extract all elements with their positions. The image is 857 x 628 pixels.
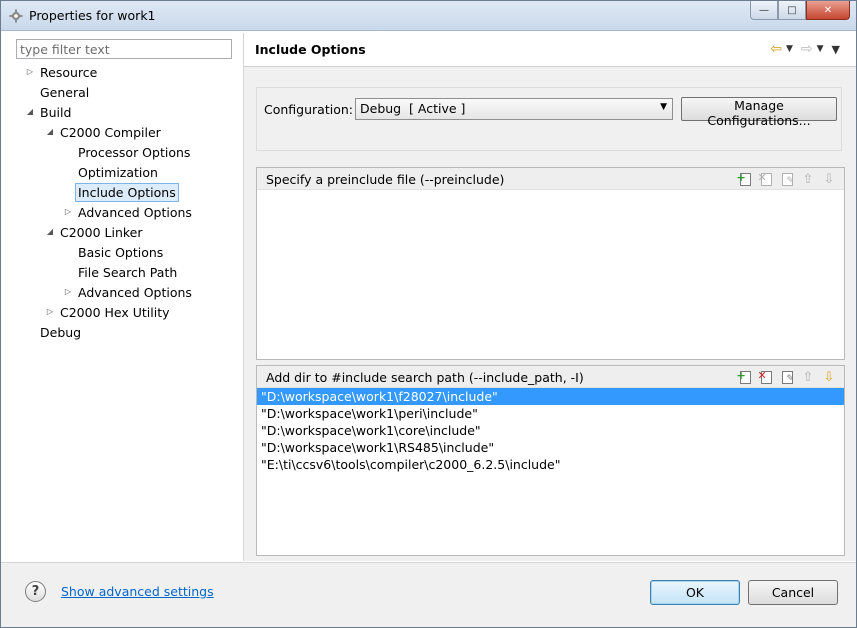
forward-arrow-icon[interactable]: ⇨ (801, 41, 813, 57)
move-down-icon[interactable]: ⇩ (820, 171, 838, 187)
collapsed-arrow-icon[interactable]: ▷ (45, 303, 55, 320)
move-up-icon[interactable]: ⇧ (799, 171, 817, 187)
delete-icon[interactable]: ✕ (757, 171, 775, 187)
preinclude-title: Specify a preinclude file (--preinclude) (266, 172, 505, 187)
preinclude-toolbar: + ✕ ✎ ⇧ ⇩ (736, 171, 838, 187)
collapsed-arrow-icon[interactable]: ▷ (63, 283, 73, 300)
dialog-footer: ? Show advanced settings OK Cancel (1, 563, 856, 627)
tree-item-label: Debug (40, 325, 82, 340)
add-icon[interactable]: + (736, 369, 754, 385)
minimize-button[interactable]: — (750, 1, 778, 20)
configuration-group: Configuration: Debug [ Active ] ▼ Manage… (256, 87, 842, 151)
manage-configurations-button[interactable]: Manage Configurations... (681, 97, 837, 128)
tree-item-label: C2000 Hex Utility (60, 305, 170, 320)
include-path-toolbar: + ✕ ✎ ⇧ ⇩ (736, 369, 838, 385)
tree-item-label: Processor Options (78, 145, 191, 160)
back-dropdown-icon[interactable]: ▼ (786, 44, 793, 54)
include-path-item[interactable]: "D:\workspace\work1\f28027\include" (257, 388, 844, 405)
page-pane: Include Options ⇦ ▼ ⇨ ▼ ▼ Configuration:… (244, 33, 856, 561)
page-title: Include Options (255, 42, 366, 57)
ok-button[interactable]: OK (650, 580, 740, 605)
tree-item-label: General (40, 85, 90, 100)
edit-icon[interactable]: ✎ (778, 369, 796, 385)
collapsed-arrow-icon[interactable]: ▷ (25, 63, 35, 80)
tree-item[interactable]: Include Options (7, 183, 243, 202)
include-path-title: Add dir to #include search path (--inclu… (266, 370, 584, 385)
configuration-select[interactable]: Debug [ Active ] ▼ (355, 98, 673, 120)
include-path-header: Add dir to #include search path (--inclu… (257, 366, 844, 388)
tree-item-label: File Search Path (78, 265, 178, 280)
collapsed-arrow-icon[interactable]: ▷ (63, 203, 73, 220)
tree-item[interactable]: ▷ Resource (7, 63, 243, 82)
tree-item[interactable]: ◢ Build (7, 103, 243, 122)
add-icon[interactable]: + (736, 171, 754, 187)
tree-item-label: Advanced Options (78, 285, 192, 300)
expanded-arrow-icon[interactable]: ◢ (45, 223, 55, 240)
preinclude-panel: Specify a preinclude file (--preinclude)… (256, 167, 845, 360)
configuration-label: Configuration: (264, 102, 353, 117)
close-button[interactable]: ✕ (806, 1, 850, 20)
tree-item[interactable]: ▷ Advanced Options (7, 203, 243, 222)
tree-item[interactable]: Processor Options (7, 143, 243, 162)
tree-item[interactable]: Basic Options (7, 243, 243, 262)
tree-item-label: C2000 Linker (60, 225, 143, 240)
expanded-arrow-icon[interactable]: ◢ (25, 103, 35, 120)
window-title: Properties for work1 (29, 8, 156, 23)
tree-item[interactable]: ▷ Advanced Options (7, 283, 243, 302)
tree-item-label: Include Options (75, 183, 179, 202)
preinclude-header: Specify a preinclude file (--preinclude)… (257, 168, 844, 190)
tree-item[interactable]: Debug (7, 323, 243, 342)
tree-item[interactable]: ◢ C2000 Compiler (7, 123, 243, 142)
maximize-button[interactable]: □ (778, 1, 806, 20)
gear-icon (9, 9, 23, 23)
include-path-panel: Add dir to #include search path (--inclu… (256, 365, 845, 556)
preference-tree-pane: ▷ Resource General ◢ Build ◢ C2000 Compiler Pro… (7, 33, 243, 561)
tree-item[interactable]: ▷ C2000 Hex Utility (7, 303, 243, 322)
delete-icon[interactable]: ✕ (757, 369, 775, 385)
move-up-icon[interactable]: ⇧ (799, 369, 817, 385)
show-advanced-settings-link[interactable]: Show advanced settings (61, 584, 214, 599)
window-controls: — □ ✕ (750, 1, 850, 21)
tree-item-label: Advanced Options (78, 205, 192, 220)
tree-item-label: Build (40, 105, 72, 120)
tree-item[interactable]: Optimization (7, 163, 243, 182)
tree-item-label: Basic Options (78, 245, 164, 260)
properties-dialog: Properties for work1 — □ ✕ ▷ Resource Gene… (0, 0, 857, 628)
forward-dropdown-icon[interactable]: ▼ (817, 44, 824, 54)
help-icon[interactable]: ? (25, 581, 46, 602)
title-bar: Properties for work1 — □ ✕ (1, 1, 856, 31)
page-nav: ⇦ ▼ ⇨ ▼ ▼ (770, 41, 844, 57)
edit-icon[interactable]: ✎ (778, 171, 796, 187)
tree-item[interactable]: General (7, 83, 243, 102)
back-arrow-icon[interactable]: ⇦ (770, 41, 782, 57)
tree-item-label: C2000 Compiler (60, 125, 161, 140)
expanded-arrow-icon[interactable]: ◢ (45, 123, 55, 140)
filter-input[interactable] (16, 39, 232, 59)
include-path-item[interactable]: "D:\workspace\work1\RS485\include" (257, 439, 844, 456)
configuration-value: Debug [ Active ] (360, 101, 466, 116)
view-menu-icon[interactable]: ▼ (832, 43, 840, 56)
move-down-icon[interactable]: ⇩ (820, 369, 838, 385)
chevron-down-icon: ▼ (660, 102, 667, 112)
page-header: Include Options ⇦ ▼ ⇨ ▼ ▼ (244, 33, 856, 67)
include-path-item[interactable]: "D:\workspace\work1\peri\include" (257, 405, 844, 422)
cancel-button[interactable]: Cancel (748, 580, 838, 605)
include-path-list[interactable]: "D:\workspace\work1\f28027\include" "D:\w… (257, 388, 844, 473)
include-path-item[interactable]: "E:\ti\ccsv6\tools\compiler\c2000_6.2.5\… (257, 456, 844, 473)
tree-item-label: Optimization (78, 165, 158, 180)
tree-item[interactable]: File Search Path (7, 263, 243, 282)
tree-item[interactable]: ◢ C2000 Linker (7, 223, 243, 242)
tree-item-label: Resource (40, 65, 98, 80)
include-path-item[interactable]: "D:\workspace\work1\core\include" (257, 422, 844, 439)
